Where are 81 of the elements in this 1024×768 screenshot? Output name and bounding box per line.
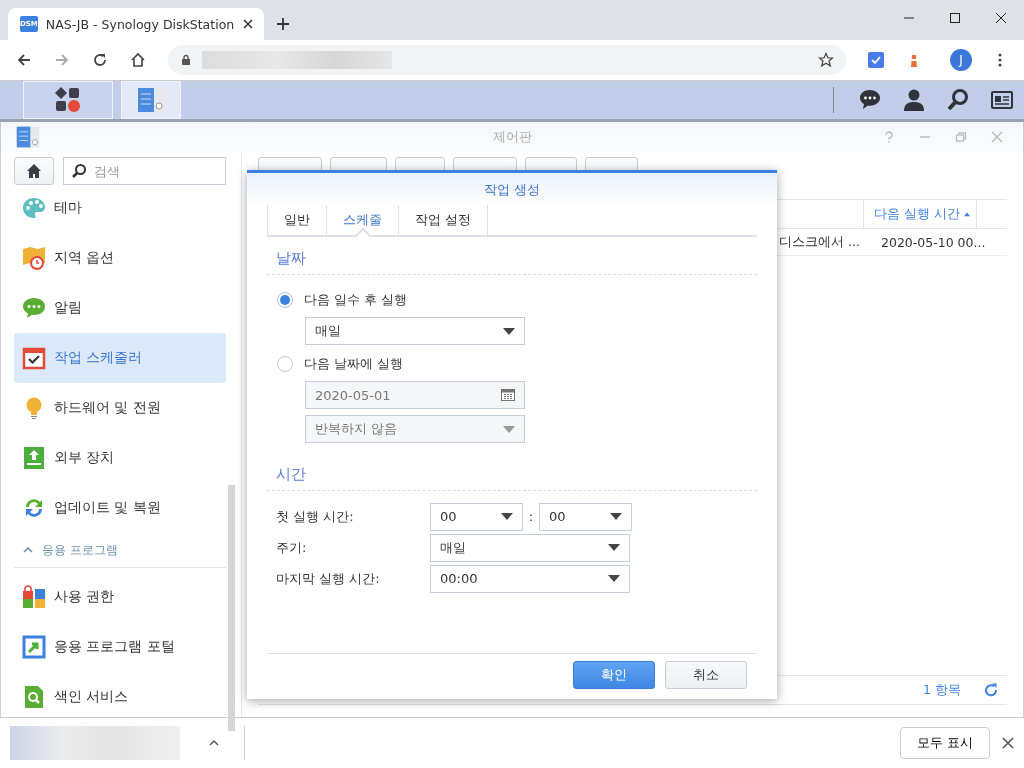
- sidebar-item[interactable]: 지역 옵션: [14, 233, 226, 283]
- item-count: 1 항목: [923, 681, 961, 699]
- widget-card-icon[interactable]: [990, 88, 1014, 112]
- home-button[interactable]: [14, 157, 54, 185]
- close-icon[interactable]: [242, 18, 255, 30]
- search-icon[interactable]: [946, 88, 970, 112]
- home-icon: [26, 163, 42, 179]
- field-label: 마지막 실행 시간:: [276, 569, 381, 588]
- sidebar-item[interactable]: 외부 장치: [14, 433, 226, 483]
- search-icon: [71, 163, 87, 179]
- portal-icon: [22, 635, 46, 659]
- sidebar-item[interactable]: 알림: [14, 283, 226, 333]
- close-icon[interactable]: [1002, 737, 1014, 749]
- tab[interactable]: 작업 설정: [398, 205, 489, 235]
- lock-icon: [180, 54, 192, 66]
- caret-icon: [503, 327, 515, 335]
- refresh-icon[interactable]: [983, 682, 999, 698]
- scrollbar[interactable]: [228, 485, 235, 731]
- apps-grid-icon: [53, 85, 83, 115]
- sidebar-item[interactable]: 테마: [14, 183, 226, 233]
- star-icon[interactable]: [818, 52, 834, 68]
- reload-icon[interactable]: [92, 52, 108, 68]
- caret-icon: [501, 513, 513, 520]
- table-cell-text: 디스크에서 ...: [779, 233, 861, 251]
- address-field[interactable]: [168, 45, 846, 75]
- section-title: 시간: [267, 465, 757, 491]
- window-title: 제어판: [491, 128, 533, 146]
- plus-icon[interactable]: [276, 17, 290, 31]
- sidebar-item[interactable]: 응용 프로그램 포털: [14, 622, 226, 672]
- cancel-button[interactable]: 취소: [665, 661, 747, 689]
- sidebar-item[interactable]: 색인 서비스: [14, 672, 226, 722]
- tab[interactable]: 일반: [267, 205, 326, 235]
- column-header[interactable]: 다음 실행 시간: [863, 200, 977, 228]
- chat-icon: [22, 296, 46, 320]
- caret-icon: [503, 425, 515, 433]
- profile-avatar[interactable]: J: [950, 49, 972, 71]
- control-panel-icon: [15, 124, 41, 150]
- main-menu-button[interactable]: [23, 81, 113, 119]
- section-header[interactable]: 응용 프로그램: [14, 533, 226, 568]
- caret-icon: [608, 575, 620, 582]
- control-panel-icon: [136, 85, 166, 115]
- dropdown[interactable]: 00:00: [430, 564, 630, 593]
- user-icon[interactable]: [902, 88, 926, 112]
- dropdown[interactable]: 매일: [430, 533, 630, 562]
- maximize-icon[interactable]: [949, 12, 961, 24]
- table-cell-text: 2020-05-10 00...: [880, 234, 987, 250]
- radio-button[interactable]: [277, 292, 293, 308]
- dropdown[interactable]: 매일: [305, 317, 525, 345]
- search-doc-icon: [22, 685, 46, 709]
- sort-arrow-icon: [963, 211, 970, 217]
- sidebar-item[interactable]: 작업 스케줄러: [14, 333, 226, 383]
- caret-icon: [610, 513, 622, 520]
- lock-icon: [22, 585, 46, 609]
- checkmark-extension-icon[interactable]: [868, 52, 884, 68]
- radio-label: 다음 날짜에 실행: [304, 355, 404, 373]
- caret-icon: [608, 544, 620, 551]
- field-label: 주기:: [276, 538, 308, 557]
- dialog-title: 작업 생성: [247, 173, 777, 205]
- sidebar-item[interactable]: 사용 권한: [14, 572, 226, 622]
- map-icon: [22, 246, 46, 270]
- dropdown[interactable]: 00: [430, 502, 523, 531]
- field-label: 첫 실행 시간:: [276, 507, 355, 526]
- palette-icon: [22, 196, 46, 220]
- tab[interactable]: 스케줄: [326, 205, 398, 235]
- back-arrow-icon[interactable]: [16, 52, 32, 68]
- radio-label: 다음 일수 후 실행: [304, 291, 408, 309]
- sidebar-item[interactable]: 업데이트 및 복원: [14, 483, 226, 533]
- sidebar-item[interactable]: 하드웨어 및 전원: [14, 383, 226, 433]
- section-title: 날짜: [267, 249, 757, 275]
- upload-icon: [22, 446, 46, 470]
- control-panel-taskbar-button[interactable]: [121, 81, 181, 119]
- show-all-button[interactable]: 모두 표시: [899, 727, 990, 759]
- dropdown[interactable]: 00: [539, 502, 632, 531]
- home-icon[interactable]: [130, 52, 146, 68]
- close-icon[interactable]: [995, 12, 1007, 24]
- chat-bubble-icon[interactable]: [858, 88, 882, 112]
- tab-title: NAS-JB - Synology DiskStation: [45, 16, 235, 32]
- search-field[interactable]: 검색: [63, 157, 226, 185]
- calendar-icon: [22, 346, 46, 370]
- radio-button[interactable]: [277, 356, 293, 372]
- time-separator: :: [527, 509, 535, 524]
